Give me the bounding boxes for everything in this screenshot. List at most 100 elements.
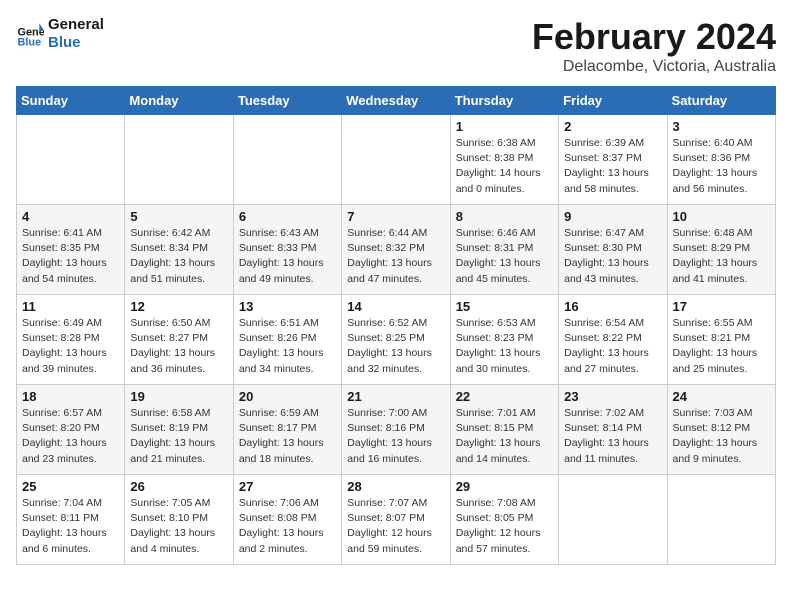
day-info: Sunrise: 6:57 AM Sunset: 8:20 PM Dayligh… — [22, 406, 119, 467]
day-info: Sunrise: 6:49 AM Sunset: 8:28 PM Dayligh… — [22, 316, 119, 377]
day-info: Sunrise: 6:38 AM Sunset: 8:38 PM Dayligh… — [456, 136, 553, 197]
day-cell: 17 Sunrise: 6:55 AM Sunset: 8:21 PM Dayli… — [667, 295, 775, 385]
day-number: 11 — [22, 299, 119, 314]
weekday-header-wednesday: Wednesday — [342, 87, 450, 115]
day-cell: 22 Sunrise: 7:01 AM Sunset: 8:15 PM Dayli… — [450, 385, 558, 475]
day-number: 4 — [22, 209, 119, 224]
day-cell: 3Sunrise: 6:40 AM Sunset: 8:36 PM Daylig… — [667, 115, 775, 205]
day-number: 3 — [673, 119, 770, 134]
day-cell: 26 Sunrise: 7:05 AM Sunset: 8:10 PM Dayli… — [125, 475, 233, 565]
day-cell: 29 Sunrise: 7:08 AM Sunset: 8:05 PM Dayli… — [450, 475, 558, 565]
day-info: Sunrise: 6:50 AM Sunset: 8:27 PM Dayligh… — [130, 316, 227, 377]
day-number: 16 — [564, 299, 661, 314]
day-info: Sunrise: 6:52 AM Sunset: 8:25 PM Dayligh… — [347, 316, 444, 377]
day-number: 17 — [673, 299, 770, 314]
day-cell — [17, 115, 125, 205]
day-number: 1 — [456, 119, 553, 134]
day-cell: 8 Sunrise: 6:46 AM Sunset: 8:31 PM Daylig… — [450, 205, 558, 295]
day-info: Sunrise: 6:53 AM Sunset: 8:23 PM Dayligh… — [456, 316, 553, 377]
day-info: Sunrise: 6:43 AM Sunset: 8:33 PM Dayligh… — [239, 226, 336, 287]
day-cell: 16 Sunrise: 6:54 AM Sunset: 8:22 PM Dayli… — [559, 295, 667, 385]
day-number: 29 — [456, 479, 553, 494]
day-info: Sunrise: 6:42 AM Sunset: 8:34 PM Dayligh… — [130, 226, 227, 287]
day-cell: 2 Sunrise: 6:39 AM Sunset: 8:37 PM Daylig… — [559, 115, 667, 205]
day-cell: 15 Sunrise: 6:53 AM Sunset: 8:23 PM Dayli… — [450, 295, 558, 385]
day-cell: 20 Sunrise: 6:59 AM Sunset: 8:17 PM Dayli… — [233, 385, 341, 475]
day-info: Sunrise: 7:04 AM Sunset: 8:11 PM Dayligh… — [22, 496, 119, 557]
day-cell: 10Sunrise: 6:48 AM Sunset: 8:29 PM Dayli… — [667, 205, 775, 295]
day-cell: 19Sunrise: 6:58 AM Sunset: 8:19 PM Dayli… — [125, 385, 233, 475]
logo-line2: Blue — [48, 34, 104, 52]
day-info: Sunrise: 6:39 AM Sunset: 8:37 PM Dayligh… — [564, 136, 661, 197]
day-info: Sunrise: 7:02 AM Sunset: 8:14 PM Dayligh… — [564, 406, 661, 467]
day-number: 22 — [456, 389, 553, 404]
week-row-1: 4 Sunrise: 6:41 AM Sunset: 8:35 PM Daylig… — [17, 205, 776, 295]
weekday-header-monday: Monday — [125, 87, 233, 115]
day-info: Sunrise: 6:41 AM Sunset: 8:35 PM Dayligh… — [22, 226, 119, 287]
day-number: 9 — [564, 209, 661, 224]
day-info: Sunrise: 7:03 AM Sunset: 8:12 PM Dayligh… — [673, 406, 770, 467]
calendar-table: SundayMondayTuesdayWednesdayThursdayFrid… — [16, 86, 776, 565]
day-cell — [342, 115, 450, 205]
day-cell: 21Sunrise: 7:00 AM Sunset: 8:16 PM Dayli… — [342, 385, 450, 475]
month-title: February 2024 — [532, 16, 776, 58]
day-cell: 23Sunrise: 7:02 AM Sunset: 8:14 PM Dayli… — [559, 385, 667, 475]
day-cell: 1 Sunrise: 6:38 AM Sunset: 8:38 PM Daylig… — [450, 115, 558, 205]
day-cell: 28 Sunrise: 7:07 AM Sunset: 8:07 PM Dayli… — [342, 475, 450, 565]
day-number: 21 — [347, 389, 444, 404]
header: General Blue General Blue February 2024 … — [16, 16, 776, 76]
day-number: 20 — [239, 389, 336, 404]
weekday-header-row: SundayMondayTuesdayWednesdayThursdayFrid… — [17, 87, 776, 115]
day-number: 14 — [347, 299, 444, 314]
day-info: Sunrise: 6:55 AM Sunset: 8:21 PM Dayligh… — [673, 316, 770, 377]
day-cell: 18 Sunrise: 6:57 AM Sunset: 8:20 PM Dayli… — [17, 385, 125, 475]
day-cell — [233, 115, 341, 205]
day-cell: 13 Sunrise: 6:51 AM Sunset: 8:26 PM Dayli… — [233, 295, 341, 385]
day-cell: 27Sunrise: 7:06 AM Sunset: 8:08 PM Dayli… — [233, 475, 341, 565]
day-info: Sunrise: 6:48 AM Sunset: 8:29 PM Dayligh… — [673, 226, 770, 287]
day-info: Sunrise: 7:01 AM Sunset: 8:15 PM Dayligh… — [456, 406, 553, 467]
day-cell: 25 Sunrise: 7:04 AM Sunset: 8:11 PM Dayli… — [17, 475, 125, 565]
day-cell: 14 Sunrise: 6:52 AM Sunset: 8:25 PM Dayli… — [342, 295, 450, 385]
day-cell: 9 Sunrise: 6:47 AM Sunset: 8:30 PM Daylig… — [559, 205, 667, 295]
day-cell: 12 Sunrise: 6:50 AM Sunset: 8:27 PM Dayli… — [125, 295, 233, 385]
day-info: Sunrise: 6:47 AM Sunset: 8:30 PM Dayligh… — [564, 226, 661, 287]
day-number: 6 — [239, 209, 336, 224]
day-number: 15 — [456, 299, 553, 314]
week-row-2: 11 Sunrise: 6:49 AM Sunset: 8:28 PM Dayli… — [17, 295, 776, 385]
logo: General Blue General Blue — [16, 16, 104, 52]
day-number: 2 — [564, 119, 661, 134]
day-info: Sunrise: 6:59 AM Sunset: 8:17 PM Dayligh… — [239, 406, 336, 467]
week-row-3: 18 Sunrise: 6:57 AM Sunset: 8:20 PM Dayli… — [17, 385, 776, 475]
day-info: Sunrise: 6:54 AM Sunset: 8:22 PM Dayligh… — [564, 316, 661, 377]
svg-text:Blue: Blue — [18, 37, 42, 48]
day-number: 28 — [347, 479, 444, 494]
day-number: 12 — [130, 299, 227, 314]
weekday-header-saturday: Saturday — [667, 87, 775, 115]
weekday-header-tuesday: Tuesday — [233, 87, 341, 115]
day-info: Sunrise: 6:46 AM Sunset: 8:31 PM Dayligh… — [456, 226, 553, 287]
day-number: 13 — [239, 299, 336, 314]
weekday-header-friday: Friday — [559, 87, 667, 115]
day-cell: 11 Sunrise: 6:49 AM Sunset: 8:28 PM Dayli… — [17, 295, 125, 385]
day-number: 26 — [130, 479, 227, 494]
weekday-header-thursday: Thursday — [450, 87, 558, 115]
day-cell: 5 Sunrise: 6:42 AM Sunset: 8:34 PM Daylig… — [125, 205, 233, 295]
day-info: Sunrise: 6:51 AM Sunset: 8:26 PM Dayligh… — [239, 316, 336, 377]
day-cell: 4 Sunrise: 6:41 AM Sunset: 8:35 PM Daylig… — [17, 205, 125, 295]
day-cell: 24 Sunrise: 7:03 AM Sunset: 8:12 PM Dayli… — [667, 385, 775, 475]
logo-icon: General Blue — [16, 20, 44, 48]
day-info: Sunrise: 7:08 AM Sunset: 8:05 PM Dayligh… — [456, 496, 553, 557]
day-info: Sunrise: 6:58 AM Sunset: 8:19 PM Dayligh… — [130, 406, 227, 467]
day-number: 18 — [22, 389, 119, 404]
day-info: Sunrise: 7:05 AM Sunset: 8:10 PM Dayligh… — [130, 496, 227, 557]
weekday-header-sunday: Sunday — [17, 87, 125, 115]
day-number: 25 — [22, 479, 119, 494]
week-row-0: 1 Sunrise: 6:38 AM Sunset: 8:38 PM Daylig… — [17, 115, 776, 205]
day-number: 5 — [130, 209, 227, 224]
week-row-4: 25 Sunrise: 7:04 AM Sunset: 8:11 PM Dayli… — [17, 475, 776, 565]
day-info: Sunrise: 7:06 AM Sunset: 8:08 PM Dayligh… — [239, 496, 336, 557]
day-number: 8 — [456, 209, 553, 224]
day-number: 24 — [673, 389, 770, 404]
day-info: Sunrise: 7:07 AM Sunset: 8:07 PM Dayligh… — [347, 496, 444, 557]
